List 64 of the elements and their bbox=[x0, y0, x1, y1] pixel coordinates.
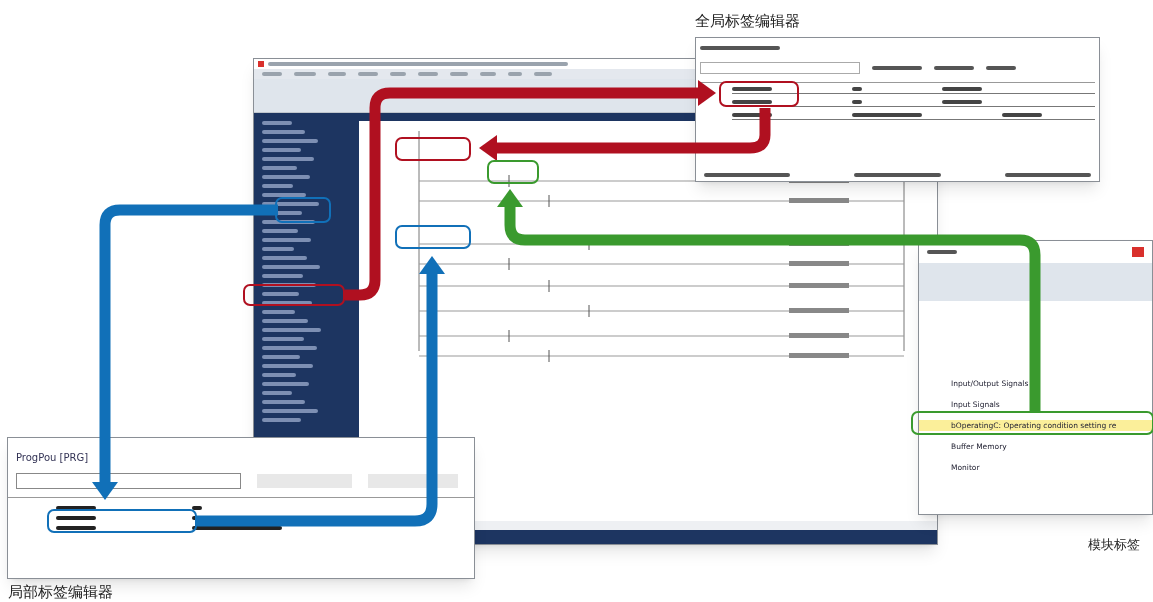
blurred-text bbox=[262, 274, 303, 278]
app-icon bbox=[258, 61, 264, 67]
blurred-text bbox=[56, 516, 96, 520]
blurred-text bbox=[262, 229, 298, 233]
filter-field[interactable] bbox=[16, 473, 241, 489]
highlight-outline bbox=[275, 197, 331, 223]
caption: 全局标签编辑器 bbox=[695, 11, 800, 32]
blurred-text bbox=[732, 100, 772, 104]
blurred-text bbox=[450, 72, 468, 76]
blurred-text bbox=[262, 337, 304, 341]
caption: 模块标签 bbox=[1088, 536, 1140, 554]
blurred-text bbox=[262, 301, 312, 305]
highlight-outline bbox=[487, 160, 539, 184]
blurred-text bbox=[262, 319, 308, 323]
blurred-text bbox=[986, 66, 1016, 70]
blurred-text bbox=[262, 355, 300, 359]
blurred-text bbox=[852, 113, 922, 117]
blurred-text bbox=[262, 193, 306, 197]
blurred-text bbox=[358, 72, 378, 76]
blurred-text bbox=[262, 175, 310, 179]
blurred-text bbox=[262, 121, 292, 125]
caption: 局部标签编辑器 bbox=[8, 583, 113, 601]
blurred-text bbox=[262, 238, 311, 242]
blurred-text bbox=[262, 184, 293, 188]
blurred-text bbox=[262, 328, 321, 332]
blurred-text bbox=[262, 382, 309, 386]
blurred-text bbox=[262, 148, 301, 152]
blurred-text bbox=[262, 310, 295, 314]
blurred-text bbox=[262, 409, 318, 413]
blurred-text bbox=[508, 72, 522, 76]
blurred-text bbox=[262, 256, 307, 260]
blurred-text bbox=[56, 506, 96, 510]
blurred-text bbox=[262, 391, 292, 395]
blurred-text bbox=[262, 418, 301, 422]
blurred-text bbox=[262, 364, 313, 368]
blurred-text bbox=[732, 87, 772, 91]
blurred-text bbox=[927, 250, 957, 254]
blurred-text bbox=[262, 130, 305, 134]
blurred-text bbox=[942, 100, 982, 104]
blurred-text bbox=[534, 72, 552, 76]
blurred-text bbox=[480, 72, 496, 76]
window-title: ProgPou [PRG] bbox=[15, 451, 90, 465]
blurred-text bbox=[262, 265, 320, 269]
blurred-text bbox=[262, 247, 294, 251]
blurred-text bbox=[262, 157, 314, 161]
filter-field[interactable] bbox=[700, 62, 860, 74]
blurred-text bbox=[872, 66, 922, 70]
blurred-text bbox=[294, 72, 316, 76]
blurred-text bbox=[56, 526, 96, 530]
blurred-text bbox=[262, 72, 282, 76]
blurred-text bbox=[262, 373, 296, 377]
blurred-text bbox=[418, 72, 438, 76]
blurred-text bbox=[262, 166, 297, 170]
blurred-text bbox=[262, 202, 319, 206]
blurred-text bbox=[942, 87, 982, 91]
blurred-text bbox=[390, 72, 406, 76]
blurred-text bbox=[262, 346, 317, 350]
blurred-text bbox=[262, 220, 315, 224]
blurred-text bbox=[262, 139, 318, 143]
blurred-text bbox=[328, 72, 346, 76]
blurred-text bbox=[262, 292, 299, 296]
blurred-text bbox=[262, 400, 305, 404]
blurred-text bbox=[934, 66, 974, 70]
blurred-text bbox=[1002, 113, 1042, 117]
